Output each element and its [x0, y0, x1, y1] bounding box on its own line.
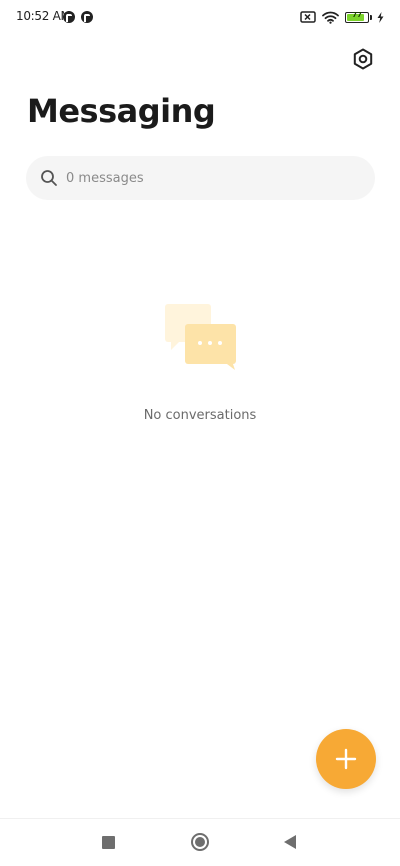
- charging-icon: [377, 11, 384, 23]
- recents-icon[interactable]: [102, 836, 115, 849]
- messaging-screen: 10:52 AM 77 Messaging 0 messages No conv…: [0, 0, 400, 866]
- page-title: Messaging: [27, 92, 216, 130]
- status-bar: 10:52 AM 77: [0, 0, 400, 36]
- search-icon: [41, 170, 57, 186]
- status-icons: 77: [300, 10, 384, 24]
- settings-button[interactable]: [351, 47, 375, 71]
- battery-icon: 77: [345, 10, 372, 23]
- navigation-bar: [0, 819, 400, 866]
- new-conversation-button[interactable]: [316, 729, 376, 789]
- no-sim-icon: [300, 11, 316, 23]
- battery-level: 77: [352, 10, 362, 19]
- wifi-icon: [322, 11, 339, 24]
- app-notification-icon: [63, 11, 75, 23]
- empty-state-text: No conversations: [143, 408, 257, 423]
- chat-bubbles-icon: [165, 304, 236, 370]
- search-input[interactable]: [66, 156, 356, 200]
- home-icon[interactable]: [191, 833, 209, 851]
- app-notification-icon: [81, 11, 93, 23]
- search-bar[interactable]: [26, 156, 375, 200]
- battery-tip: [370, 14, 372, 20]
- plus-icon: [335, 748, 357, 770]
- hexagon-settings-icon: [353, 48, 373, 70]
- back-icon[interactable]: [284, 835, 296, 849]
